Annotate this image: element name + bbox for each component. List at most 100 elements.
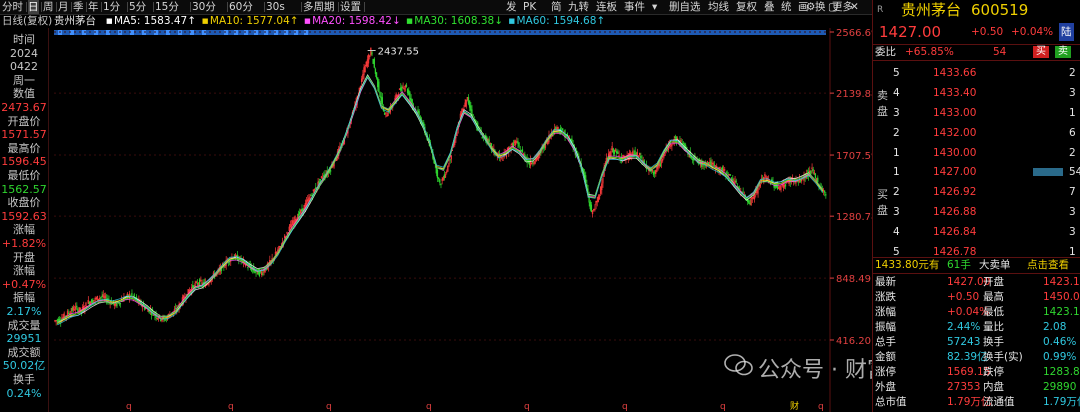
period-tab-2[interactable]: 周 [43, 0, 54, 14]
period-tab-10[interactable]: 60分 [229, 0, 253, 14]
period-toolbar: 分时日周月季年 1分 5分 15分 30分 60分 30s 多周期 设置 发 PK 简九转 连板 事件 ▾ 删… [0, 0, 872, 15]
stat-label: 换手 [983, 336, 1004, 348]
ask-level-row[interactable]: 1 1430.00 2 [873, 146, 1080, 160]
period-tab-4[interactable]: 季 [73, 0, 84, 14]
candle-body [707, 162, 710, 164]
candle-body [797, 181, 799, 183]
level-volume: 3 [1069, 206, 1076, 218]
toolbar-item-2[interactable]: 简 [551, 0, 562, 14]
window-icon[interactable]: ▢ [828, 0, 838, 14]
candle-body [588, 194, 590, 203]
candle-body [378, 81, 380, 92]
bid-level-row[interactable]: 2 1426.92 7 [873, 185, 1080, 199]
level-index: 1 [893, 147, 900, 159]
toolbar-item-9[interactable]: 复权 [736, 0, 757, 14]
bid-level-row[interactable]: 3 1426.88 3 [873, 205, 1080, 219]
candle-body [56, 319, 58, 322]
candle-body [532, 161, 534, 164]
candle-body [748, 200, 750, 204]
tick-view-link[interactable]: 点击查看 [1027, 258, 1069, 272]
buy-button[interactable]: 买 [1033, 46, 1049, 58]
candle-body [119, 302, 122, 305]
toolbar-item-6[interactable]: ▾ [652, 0, 657, 14]
candle-body [301, 208, 303, 212]
candle-body [379, 92, 381, 97]
period-tab-0[interactable]: 分时 [2, 0, 23, 14]
stat-value: 1423.16 [1043, 306, 1080, 318]
toolbar-item-11[interactable]: 统 [781, 0, 792, 14]
candle-body [77, 308, 79, 313]
candle-body [68, 312, 70, 315]
period-tab-3[interactable]: 月 [58, 0, 69, 14]
level-index: 2 [893, 127, 900, 139]
y-tick-label: 2566.69 [836, 28, 872, 39]
period-tab-13[interactable]: 设置 [340, 0, 361, 14]
stock-name: 贵州茅台 [901, 1, 962, 19]
period-tab-11[interactable]: 30s [266, 0, 285, 14]
chart-mode-label[interactable]: 日线(复权) [2, 14, 52, 28]
chart-stock-label: 贵州茅台 [54, 15, 96, 27]
candle-body [71, 307, 73, 312]
ma-toggle-0[interactable]: ■ [106, 14, 113, 28]
ma-toggle-1[interactable]: ■ [202, 14, 209, 28]
ma-value-1: MA10: 1577.04↑ [209, 15, 299, 27]
level-price: 1426.84 [933, 226, 977, 238]
ask-level-row[interactable]: 5 1433.66 2 [873, 66, 1080, 80]
toolbar-item-5[interactable]: 事件 [624, 0, 645, 14]
settings-icon[interactable]: ⚙ [806, 0, 815, 14]
candle-body [443, 174, 445, 179]
level-price: 1432.00 [933, 127, 977, 139]
period-tab-1[interactable]: 日 [28, 0, 39, 14]
ma-toggle-2[interactable]: ■ [304, 14, 311, 28]
ma-legend: 日线(复权) 贵州茅台 ■ MA5: 1583.47↑ ■ MA10: 1577.04… [0, 14, 872, 28]
toolbar-separator [71, 2, 72, 12]
candle-body [174, 307, 177, 310]
level-volume: 3 [1069, 226, 1076, 238]
period-tab-5[interactable]: 年 [88, 0, 99, 14]
candle-body [131, 293, 133, 297]
finance-marker[interactable]: 财 [790, 400, 799, 412]
stat-label: 跌停 [983, 366, 1004, 378]
period-tab-6[interactable]: 1分 [103, 0, 120, 14]
ma-toggle-4[interactable]: ■ [509, 14, 516, 28]
toolbar-item-13[interactable]: 换 [815, 0, 826, 14]
ma-toggle-3[interactable]: ■ [406, 14, 413, 28]
period-tab-12[interactable]: 多周期 [303, 0, 335, 14]
toolbar-separator [153, 2, 154, 12]
candle-body [784, 184, 787, 187]
level-index: 4 [893, 226, 900, 238]
bid-level-row[interactable]: 1 1427.00 54 [873, 165, 1080, 179]
bid-level-row[interactable]: 4 1426.84 3 [873, 225, 1080, 239]
toolbar-item-8[interactable]: 均线 [708, 0, 729, 14]
tick-row: 1433.80元有 61手 大卖单 点击查看 [873, 257, 1080, 274]
ask-level-row[interactable]: 3 1433.00 1 [873, 106, 1080, 120]
stat-row: 总手 57243 换手 0.46% [873, 335, 1080, 349]
toolbar-item-10[interactable]: 叠 [764, 0, 775, 14]
toolbar-item-7[interactable]: 删自选 [669, 0, 701, 14]
toolbar-item-3[interactable]: 九转 [568, 0, 589, 14]
toolbar-item-0[interactable]: 发 [506, 0, 517, 14]
ma-line-3 [57, 75, 823, 323]
close-icon[interactable]: ✕ [850, 0, 859, 14]
price-change: +0.50 [971, 26, 1004, 38]
stat-label: 最低 [983, 306, 1004, 318]
candle-body [297, 213, 300, 218]
toolbar-item-1[interactable]: PK [523, 0, 536, 14]
tick-volume: 61手 [947, 259, 971, 271]
toolbar-item-4[interactable]: 连板 [596, 0, 617, 14]
period-tab-7[interactable]: 5分 [129, 0, 146, 14]
candle-body [467, 97, 470, 104]
wechat-icon [724, 354, 753, 376]
ask-level-row[interactable]: 2 1432.00 6 [873, 126, 1080, 140]
candle-body [521, 149, 524, 153]
ask-level-row[interactable]: 4 1433.40 3 [873, 86, 1080, 100]
period-tab-8[interactable]: 15分 [155, 0, 179, 14]
toolbar-separator [26, 2, 27, 12]
stat-label: 涨跌 [875, 291, 896, 303]
stat-value: 57243 [947, 336, 981, 348]
stat-value: 1423.16 [1043, 276, 1080, 288]
period-tab-9[interactable]: 30分 [192, 0, 216, 14]
candle-body [159, 319, 162, 321]
weicha-value: 54 [993, 46, 1007, 58]
sell-button[interactable]: 卖 [1055, 46, 1071, 58]
